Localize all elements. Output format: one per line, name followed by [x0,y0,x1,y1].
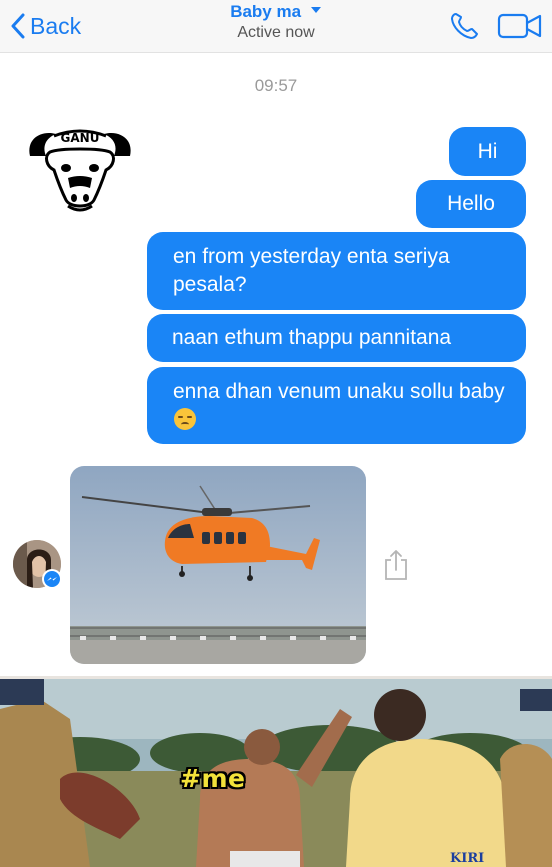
messenger-badge-icon [42,569,62,589]
meme-scene [0,679,552,867]
sent-message-bubble[interactable]: Hi [449,127,526,176]
meme-caption: #me [180,764,246,793]
message-text: Hello [447,192,495,215]
sent-message-bubble[interactable]: enna dhan venum unaku sollu baby [147,367,526,444]
message-text: en from yesterday enta seriya pesala? [173,245,450,296]
watermark-text: KIRI [450,851,484,864]
unamused-face-emoji [174,408,196,430]
kiri-watermark-logo: KIRI [450,851,484,864]
message-text: enna dhan venum unaku sollu baby [173,380,505,403]
sent-message-bubble[interactable]: naan ethum thappu pannitana [147,314,526,362]
message-timestamp: 09:57 [254,76,298,95]
share-icon[interactable] [382,548,410,582]
received-image[interactable] [70,466,366,664]
logo-text: GANU [61,131,100,145]
sent-message-bubble[interactable]: en from yesterday enta seriya pesala? [147,232,526,310]
sent-message-bubble[interactable]: Hello [416,180,526,228]
phone-icon[interactable] [448,11,482,41]
meme-image [0,679,552,867]
helicopter-photo [70,466,366,664]
contact-name: Baby ma [230,2,302,21]
chevron-down-icon [310,7,321,13]
video-camera-icon[interactable] [496,11,544,41]
conversation-header: Back Baby ma Active now [0,0,552,53]
ganu-bull-logo: GANU [29,129,131,212]
message-text: naan ethum thappu pannitana [172,326,452,349]
message-text: Hi [477,140,498,163]
